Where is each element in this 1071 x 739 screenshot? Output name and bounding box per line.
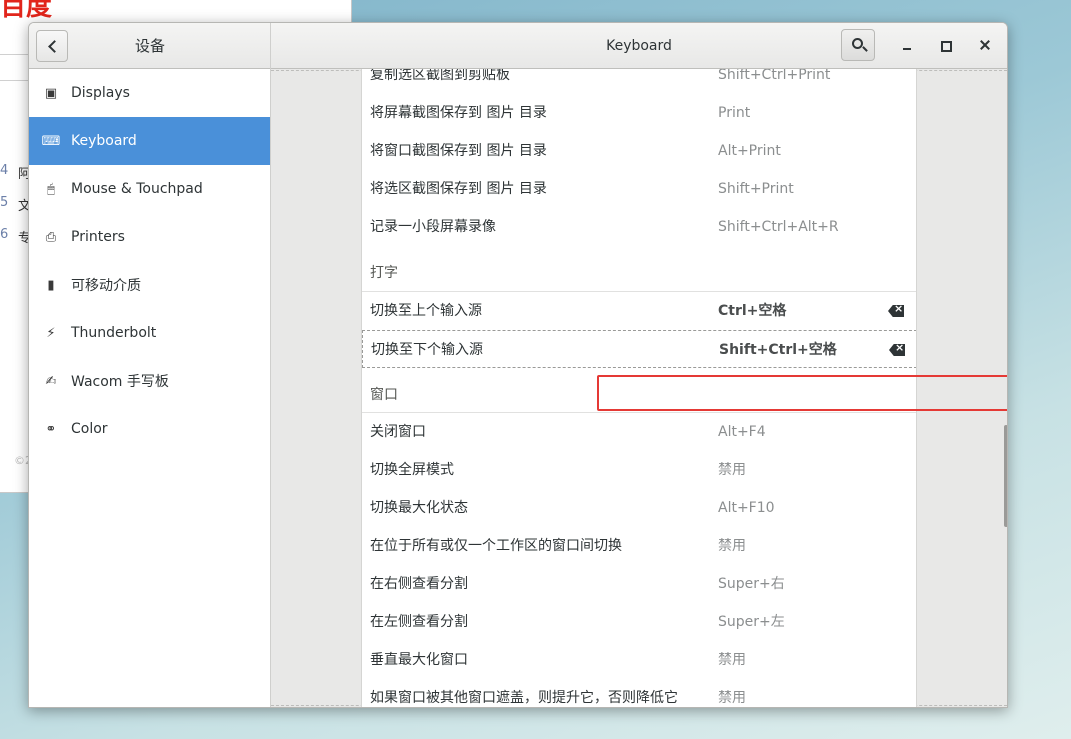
background-list-number: 5 [0,195,9,210]
shortcut-accel: Alt+F10 [718,500,775,516]
shortcut-name: 在位于所有或仅一个工作区的窗口间切换 [370,538,622,554]
shortcut-name: 将选区截图保存到 图片 目录 [370,181,547,197]
printer-icon: ⎙ [45,229,57,245]
maximize-button[interactable] [933,33,957,57]
tablet-icon: ✍ [45,373,57,389]
shortcut-row[interactable]: 关闭窗口 Alt+F4 [362,413,916,451]
backspace-icon[interactable]: × [889,341,905,356]
sidebar-item-label: Color [71,421,108,437]
usb-drive-icon: ▮ [47,277,55,293]
section-typing-title: 打字 [370,265,398,281]
shortcut-name: 关闭窗口 [370,424,426,440]
shortcuts-content: 复制选区截图到剪贴板 Shift+Ctrl+Print 将屏幕截图保存到 图片 … [271,69,1007,707]
shortcut-row[interactable]: 将窗口截图保存到 图片 目录 Alt+Print [362,132,916,170]
shortcut-name: 切换最大化状态 [370,500,468,516]
shortcut-row[interactable]: 垂直最大化窗口 禁用 [362,641,916,679]
shortcut-name: 切换全屏模式 [370,462,454,478]
shortcut-name: 将屏幕截图保存到 图片 目录 [370,105,547,121]
settings-window: 设备 Keyboard ▣ Displays ⌨ Keyboard 🖱 Mous… [28,22,1008,708]
shortcut-accel: Shift+Ctrl+空格 [719,342,837,358]
sidebar-item-label: Thunderbolt [71,325,157,341]
backspace-icon[interactable]: × [888,302,904,317]
shortcut-accel: Print [718,105,751,121]
scrollbar[interactable] [1004,425,1007,527]
shortcut-accel: Super+左 [718,614,785,630]
shortcut-name: 记录一小段屏幕录像 [370,219,496,235]
sidebar-item-label: Keyboard [71,133,137,149]
shortcut-row[interactable]: 切换全屏模式 禁用 [362,451,916,489]
shortcuts-list: 复制选区截图到剪贴板 Shift+Ctrl+Print 将屏幕截图保存到 图片 … [361,69,917,707]
background-list-number: 4 [0,163,9,178]
sidebar-item-keyboard[interactable]: ⌨ Keyboard [29,117,270,165]
sidebar-item-color[interactable]: ⚭ Color [29,405,270,453]
sidebar-item-displays[interactable]: ▣ Displays [29,69,270,117]
shortcut-name: 垂直最大化窗口 [370,652,468,668]
close-button[interactable] [973,33,997,57]
shortcut-name: 在右侧查看分割 [370,576,468,592]
thunderbolt-icon: ⚡ [46,325,56,341]
titlebar: 设备 Keyboard [29,23,1007,69]
sidebar-item-label: Mouse & Touchpad [71,181,203,197]
display-icon: ▣ [44,85,58,101]
shortcut-row[interactable]: 在左侧查看分割 Super+左 [362,603,916,641]
shortcut-accel: 禁用 [718,652,746,668]
shortcut-row[interactable]: 在右侧查看分割 Super+右 [362,565,916,603]
sidebar-item-wacom[interactable]: ✍ Wacom 手写板 [29,357,270,405]
shortcut-row-previous-input-source[interactable]: 切换至上个输入源 Ctrl+空格 × [362,292,916,330]
shortcut-accel: Shift+Ctrl+Print [718,69,831,83]
search-button[interactable] [841,29,875,61]
shortcut-accel: Ctrl+空格 [718,303,787,319]
keyboard-icon: ⌨ [41,133,61,149]
minimize-button[interactable] [895,33,919,57]
shortcut-row[interactable]: 切换最大化状态 Alt+F10 [362,489,916,527]
shortcut-accel: 禁用 [718,538,746,554]
shortcut-row[interactable]: 在位于所有或仅一个工作区的窗口间切换 禁用 [362,527,916,565]
shortcut-accel: Shift+Ctrl+Alt+R [718,219,839,235]
shortcut-name: 切换至上个输入源 [370,303,482,319]
shortcut-row[interactable]: 将选区截图保存到 图片 目录 Shift+Print [362,170,916,208]
shortcut-row[interactable]: 记录一小段屏幕录像 Shift+Ctrl+Alt+R [362,208,916,246]
shortcut-row[interactable]: 复制选区截图到剪贴板 Shift+Ctrl+Print [362,69,916,94]
sidebar-item-mouse-touchpad[interactable]: 🖱 Mouse & Touchpad [29,165,270,213]
sidebar-item-label: 可移动介质 [71,278,141,294]
mouse-icon: 🖱 [47,181,55,197]
chevron-left-icon [47,39,61,53]
sidebar-item-label: Printers [71,229,125,245]
shortcut-accel: Super+右 [718,576,785,592]
shortcut-name: 如果窗口被其他窗口遮盖，则提升它，否则降低它 [370,690,678,706]
sidebar-item-label: Wacom 手写板 [71,374,169,390]
section-windows-title: 窗口 [370,387,398,403]
sidebar-item-thunderbolt[interactable]: ⚡ Thunderbolt [29,309,270,357]
shortcut-name: 在左侧查看分割 [370,614,468,630]
background-list-number: 6 [0,227,9,242]
shortcut-name: 切换至下个输入源 [371,342,483,358]
sidebar-item-removable-media[interactable]: ▮ 可移动介质 [29,261,270,309]
titlebar-left-pane: 设备 [29,23,271,69]
background-logo: 百度 [0,0,53,22]
shortcut-accel: 禁用 [718,690,746,706]
shortcut-name: 复制选区截图到剪贴板 [370,69,510,83]
shortcut-accel: Alt+Print [718,143,781,159]
shortcut-row[interactable]: 如果窗口被其他窗口遮盖，则提升它，否则降低它 禁用 [362,679,916,707]
shortcut-name: 将窗口截图保存到 图片 目录 [370,143,547,159]
shortcut-accel: Alt+F4 [718,424,766,440]
back-button[interactable] [36,30,68,62]
shortcut-row-next-input-source[interactable]: 切换至下个输入源 Shift+Ctrl+空格 × [362,330,916,368]
background-divider [0,54,30,55]
sidebar-item-printers[interactable]: ⎙ Printers [29,213,270,261]
shortcut-accel: 禁用 [718,462,746,478]
sidebar-item-label: Displays [71,85,130,101]
background-divider [0,80,30,81]
sidebar: ▣ Displays ⌨ Keyboard 🖱 Mouse & Touchpad… [29,69,271,707]
color-icon: ⚭ [45,421,57,437]
shortcut-accel: Shift+Print [718,181,794,197]
shortcut-row[interactable]: 将屏幕截图保存到 图片 目录 Print [362,94,916,132]
